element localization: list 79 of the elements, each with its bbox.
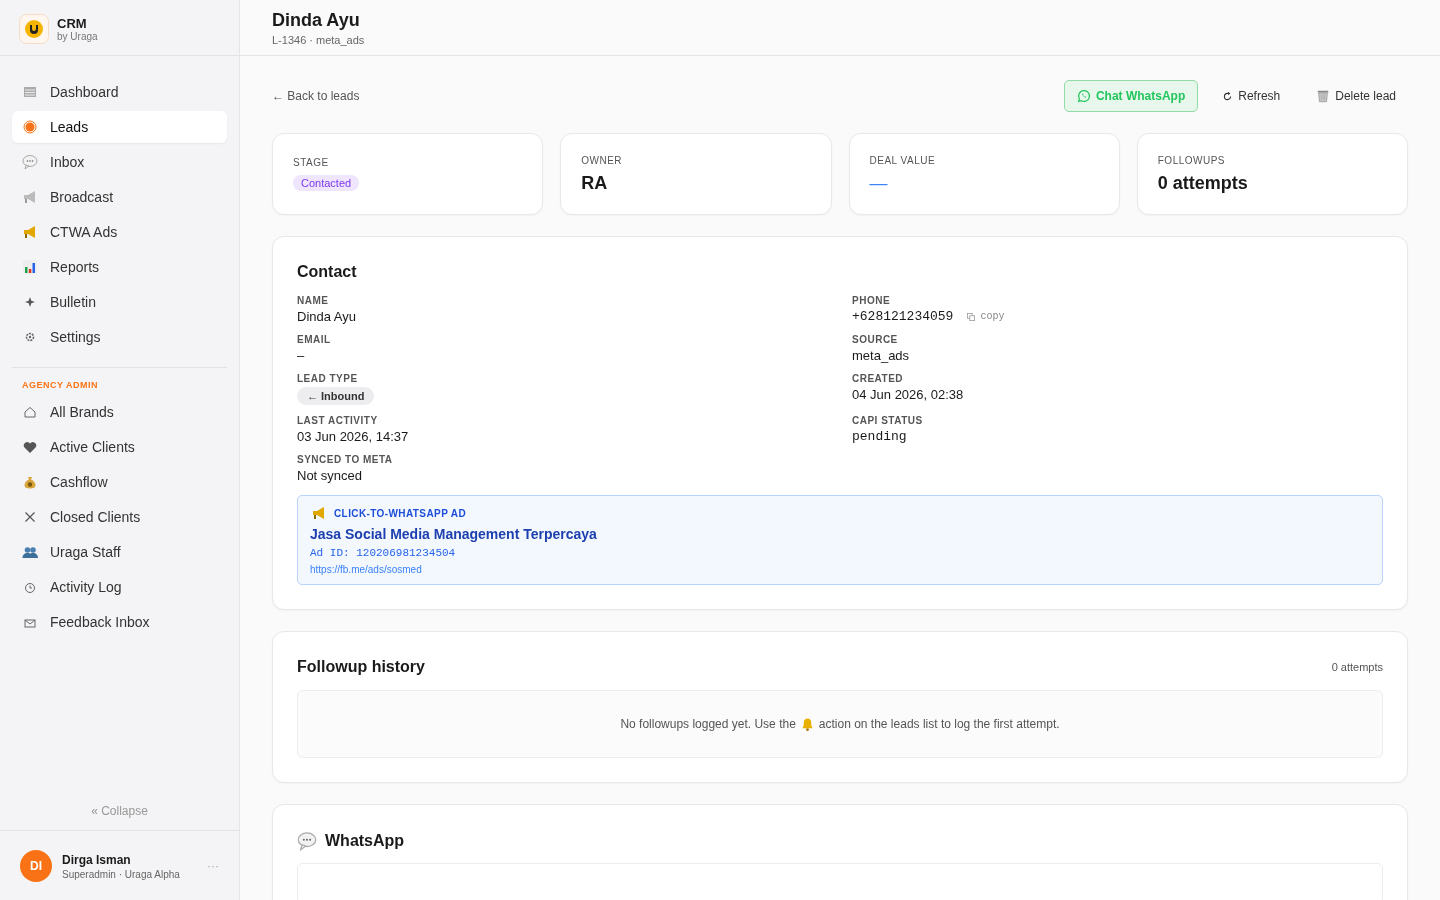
attempt-count: 0 attempts <box>1331 661 1383 673</box>
refresh-button[interactable]: Refresh <box>1210 80 1293 112</box>
stat-label: DEAL VALUE <box>869 154 936 166</box>
brand-name: CRM <box>57 15 88 31</box>
field-value: Not synced <box>297 468 363 483</box>
field-value: pending <box>852 429 907 444</box>
stat-label: OWNER <box>581 154 623 166</box>
field-label: CREATED <box>852 373 904 384</box>
nav-item[interactable]: Active Clients <box>12 431 227 463</box>
nav-item[interactable]: Broadcast <box>12 181 227 213</box>
stage-badge: Contacted <box>293 175 360 191</box>
stat-label: STAGE <box>293 157 329 168</box>
stat-value: RA <box>581 172 608 194</box>
nav-item[interactable]: Cashflow <box>12 466 227 498</box>
ad-link[interactable]: https://fb.me/ads/sosmed <box>310 564 422 575</box>
field-label: PHONE <box>852 295 891 306</box>
section-title: Followup history <box>297 658 425 676</box>
ad-title: Jasa Social Media Management Terpercaya <box>310 526 597 542</box>
field-value: 04 Jun 2026, 02:38 <box>852 387 964 402</box>
stat-label: FOLLOWUPS <box>1157 154 1226 166</box>
nav-item[interactable]: CTWA Ads <box>12 216 227 248</box>
trash-icon <box>1316 89 1331 103</box>
field-label: SOURCE <box>852 334 898 345</box>
nav-item[interactable]: Feedback Inbox <box>12 606 227 638</box>
chat-icon <box>1076 89 1091 103</box>
field-value: 03 Jun 2026, 14:37 <box>297 429 409 444</box>
ad-heading: CLICK-TO-WHATSAPP AD <box>334 507 467 519</box>
page-subtitle: L-1346 · meta_ads <box>272 33 366 46</box>
field-label: LEAD TYPE <box>297 373 358 384</box>
field-label: EMAIL <box>297 334 331 345</box>
target-icon <box>22 119 38 135</box>
stat-value: — <box>869 172 888 194</box>
user-avatar: DI <box>20 850 52 882</box>
nav-item[interactable]: Uraga Staff <box>12 536 227 568</box>
section-title: WhatsApp <box>325 832 405 850</box>
nav-item[interactable]: Closed Clients <box>12 501 227 533</box>
stat-value: 0 attempts <box>1157 172 1248 194</box>
heart-icon <box>22 439 38 455</box>
people-icon <box>22 544 38 560</box>
house-icon <box>22 404 38 420</box>
brand-subtitle: by Uraga <box>57 30 98 42</box>
logo-icon <box>19 13 49 44</box>
nav-item[interactable]: Reports <box>12 251 227 283</box>
bar-chart-icon <box>22 259 38 275</box>
speech-bubble-icon <box>22 154 38 170</box>
section-heading: AGENCY ADMIN <box>21 380 99 392</box>
nav-item[interactable]: Inbox <box>12 146 227 178</box>
list-icon <box>22 84 38 100</box>
copy-icon <box>967 312 976 321</box>
back-link[interactable]: ← Back to leads <box>272 89 360 103</box>
field-value: – <box>297 348 305 363</box>
speech-bubble-icon <box>297 831 317 851</box>
field-value: +628121234059 <box>852 309 954 324</box>
nav-item[interactable]: All Brands <box>12 396 227 428</box>
field-label: SYNCED TO META <box>297 454 393 465</box>
empty-message: No followups logged yet. Use the <box>620 717 796 731</box>
page-title: Dinda Ayu <box>272 9 361 31</box>
refresh-icon <box>1222 90 1234 102</box>
field-value: meta_ads <box>852 348 910 363</box>
delete-button[interactable]: Delete lead <box>1304 80 1408 112</box>
field-label: LAST ACTIVITY <box>297 415 378 426</box>
nav-item[interactable]: Leads <box>12 111 227 143</box>
user-name: Dirga Isman <box>62 852 132 867</box>
field-label: CAPI STATUS <box>852 415 923 426</box>
lead-type-pill: ← Inbound <box>297 387 375 405</box>
field-value: Dinda Ayu <box>297 309 357 324</box>
money-bag-icon <box>22 474 38 490</box>
section-title: Contact <box>297 263 358 281</box>
megaphone-icon <box>22 189 38 205</box>
nav-item[interactable]: Activity Log <box>12 571 227 603</box>
megaphone-icon <box>22 224 38 240</box>
ad-id: Ad ID: 120206981234504 <box>310 547 456 559</box>
empty-message: action on the leads list to log the first attempt. <box>818 717 1060 731</box>
nav-item[interactable]: Settings <box>12 321 227 353</box>
nav-item[interactable]: Dashboard <box>12 76 227 108</box>
user-role: Superadmin · Uraga Alpha <box>62 868 181 880</box>
field-label: NAME <box>297 295 329 306</box>
nav-item[interactable]: Bulletin <box>12 286 227 318</box>
copy-button[interactable]: copy <box>967 311 1005 322</box>
